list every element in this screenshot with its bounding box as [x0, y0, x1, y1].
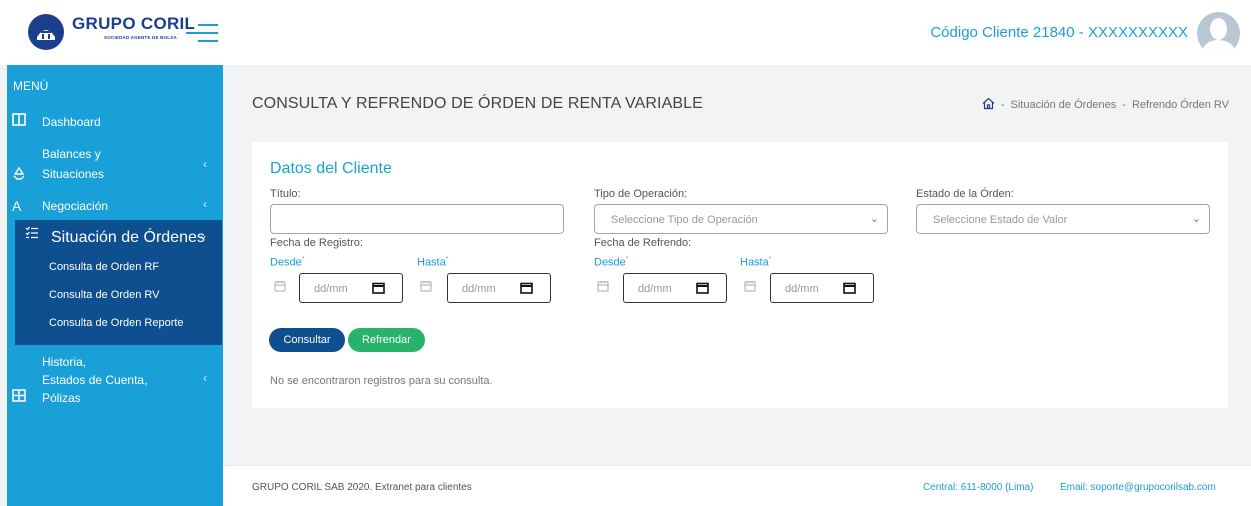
calendar-icon[interactable] [843, 282, 856, 294]
calendar-icon [597, 281, 609, 292]
calendar-icon[interactable] [696, 282, 709, 294]
calendar-icon [420, 281, 432, 292]
brand-subtitle: SOCIEDAD AGENTE DE BOLSA [104, 35, 177, 40]
tipo-operacion-label: Tipo de Operación: [594, 188, 688, 200]
titulo-label: Título: [270, 188, 301, 200]
menu-title: MENÚ [13, 79, 49, 93]
registro-hasta-date-input[interactable]: dd/mm [447, 273, 551, 303]
calendar-icon[interactable] [520, 282, 533, 294]
recycle-icon [12, 166, 26, 183]
footer-copyright: GRUPO CORIL SAB 2020. Extranet para clie… [252, 482, 472, 493]
refrendo-desde-label: Desde* [594, 256, 629, 269]
refrendo-hasta-label: Hasta* [740, 256, 772, 269]
chevron-down-icon: ⌄ [1191, 213, 1201, 225]
sidebar-item-label: Pólizas [42, 391, 81, 405]
breadcrumb-separator: - [1000, 99, 1005, 111]
estado-orden-placeholder: Seleccione Estado de Valor [933, 214, 1068, 226]
sidebar-item-label: Negociación [42, 199, 109, 213]
sidebar-item-label: Historia, [42, 355, 87, 369]
estado-orden-select[interactable]: Seleccione Estado de Valor ⌄ [916, 204, 1210, 234]
titulo-input[interactable] [270, 204, 564, 234]
breadcrumb-separator: - [1122, 99, 1126, 111]
date-placeholder: dd/mm [314, 283, 348, 295]
letter-a-icon: A [12, 198, 22, 214]
chevron-down-icon: ⌄ [869, 213, 879, 225]
calendar-icon[interactable] [372, 282, 385, 294]
client-code: Código Cliente 21840 - XXXXXXXXXX [930, 24, 1188, 41]
consultar-button[interactable]: Consultar [269, 328, 345, 352]
client-data-card: Datos del Cliente Título: Tipo de Operac… [252, 142, 1228, 408]
menu-toggle-icon[interactable] [186, 24, 218, 42]
submenu-item-orden-reporte[interactable]: Consulta de Orden Reporte [49, 317, 184, 329]
sidebar-item-historia[interactable]: Historia, Estados de Cuenta, Pólizas ‹ [7, 353, 223, 409]
calendar-icon [274, 281, 286, 292]
footer-email[interactable]: Email: soporte@grupocorilsab.com [1060, 482, 1216, 493]
page-title: CONSULTA Y REFRENDO DE ÓRDEN DE RENTA VA… [252, 95, 703, 112]
chevron-left-icon: ‹ [203, 197, 207, 211]
breadcrumb-item-situacion[interactable]: Situación de Órdenes [1011, 99, 1117, 111]
footer: GRUPO CORIL SAB 2020. Extranet para clie… [223, 465, 1251, 506]
date-placeholder: dd/mm [785, 283, 819, 295]
fecha-refrendo-label: Fecha de Refrendo: [594, 237, 692, 249]
calendar-icon [744, 281, 756, 292]
sidebar-item-label: Balances y [42, 147, 101, 161]
columns-icon [12, 113, 26, 129]
sidebar-item-balances[interactable]: Balances y Situaciones ‹ [7, 145, 223, 181]
sidebar: MENÚ Dashboard Balances y Situaciones ‹ … [7, 65, 223, 506]
user-avatar[interactable] [1197, 12, 1240, 55]
section-title: Datos del Cliente [270, 160, 392, 177]
date-placeholder: dd/mm [462, 283, 496, 295]
sidebar-item-situacion-ordenes[interactable]: Situación de Órdenes ⌄ [15, 220, 222, 248]
refrendar-button[interactable]: Refrendar [348, 328, 425, 352]
refrendo-hasta-date-input[interactable]: dd/mm [770, 273, 874, 303]
brand-name: GRUPO CORIL [72, 14, 196, 33]
grid-icon [12, 389, 26, 405]
no-records-message: No se encontraron registros para su cons… [270, 375, 493, 387]
sidebar-item-label: Situación de Órdenes [51, 229, 205, 246]
tipo-operacion-select[interactable]: Seleccione Tipo de Operación ⌄ [594, 204, 888, 234]
footer-central-phone[interactable]: Central: 611-8000 (Lima) [923, 482, 1033, 493]
tipo-operacion-placeholder: Seleccione Tipo de Operación [611, 214, 758, 226]
brand-logo[interactable]: GRUPO CORIL SOCIEDAD AGENTE DE BOLSA [72, 14, 195, 40]
brand-logo-icon[interactable] [28, 14, 64, 50]
home-icon[interactable] [982, 97, 995, 113]
breadcrumb: - Situación de Órdenes - Refrendo Órden … [982, 97, 1229, 113]
chevron-left-icon: ‹ [203, 157, 207, 171]
sidebar-item-label: Situaciones [42, 167, 105, 181]
top-header: GRUPO CORIL SOCIEDAD AGENTE DE BOLSA Cód… [0, 0, 1251, 65]
sidebar-item-negociacion[interactable]: A Negociación ‹ [7, 195, 223, 217]
registro-desde-label: Desde* [270, 256, 305, 269]
submenu-situacion-ordenes: Situación de Órdenes ⌄ Consulta de Orden… [15, 220, 222, 345]
sidebar-item-label: Estados de Cuenta, [42, 373, 148, 387]
registro-desde-date-input[interactable]: dd/mm [299, 273, 403, 303]
submenu-item-orden-rv[interactable]: Consulta de Orden RV [49, 289, 159, 301]
chevron-down-icon: ⌄ [197, 228, 208, 242]
list-check-icon [25, 226, 39, 242]
registro-hasta-label: Hasta* [417, 256, 449, 269]
sidebar-item-label: Dashboard [42, 115, 101, 129]
breadcrumb-item-current: Refrendo Órden RV [1131, 99, 1229, 111]
submenu-item-orden-rf[interactable]: Consulta de Orden RF [49, 261, 159, 273]
date-placeholder: dd/mm [638, 283, 672, 295]
sidebar-item-dashboard[interactable]: Dashboard [7, 110, 223, 132]
fecha-registro-label: Fecha de Registro: [270, 237, 363, 249]
refrendo-desde-date-input[interactable]: dd/mm [623, 273, 727, 303]
estado-orden-label: Estado de la Órden: [916, 188, 1014, 200]
chevron-left-icon: ‹ [203, 371, 207, 385]
